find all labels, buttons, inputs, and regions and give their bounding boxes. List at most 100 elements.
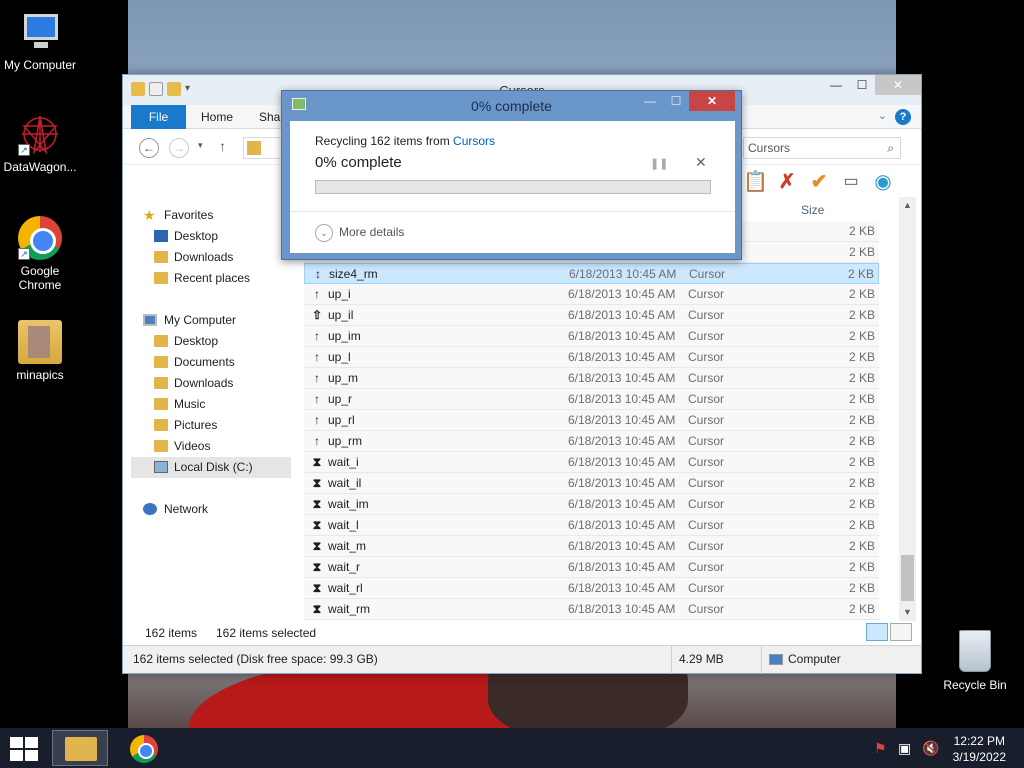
window-controls: — ☐ ✕ <box>823 75 921 95</box>
clipboard-icon[interactable]: 📋 <box>743 170 768 194</box>
desktop-icon-minapics[interactable]: minapics <box>0 320 80 382</box>
checkmark-icon[interactable]: ✔ <box>807 170 831 194</box>
table-row[interactable]: ↑ up_m 6/18/2013 10:45 AM Cursor 2 KB <box>304 368 879 389</box>
scroll-up-icon[interactable]: ▲ <box>899 197 916 214</box>
vertical-scrollbar[interactable]: ▲ ▼ <box>899 197 916 621</box>
folder-icon <box>154 398 168 410</box>
nav-item-desktop[interactable]: Desktop <box>131 331 291 352</box>
action-center-flag-icon[interactable]: ⚑ <box>874 740 887 757</box>
minimize-button[interactable]: — <box>637 91 663 111</box>
table-row[interactable]: ⧗ wait_rm 6/18/2013 10:45 AM Cursor 2 KB <box>304 599 879 620</box>
file-size: 2 KB <box>848 560 875 574</box>
ribbon-expand-icon[interactable]: ⌄ <box>878 109 887 122</box>
nav-item-recent-places[interactable]: Recent places <box>131 268 291 289</box>
table-row[interactable]: ⇧ up_il 6/18/2013 10:45 AM Cursor 2 KB <box>304 305 879 326</box>
file-name: up_il <box>328 308 354 322</box>
table-row[interactable]: ↑ up_im 6/18/2013 10:45 AM Cursor 2 KB <box>304 326 879 347</box>
table-row[interactable]: ↑ up_r 6/18/2013 10:45 AM Cursor 2 KB <box>304 389 879 410</box>
file-type: Cursor <box>688 560 725 574</box>
desktop-icon-label: My Computer <box>3 58 77 72</box>
file-date: 6/18/2013 10:45 AM <box>568 581 676 595</box>
table-row[interactable]: ↕ size4_rm 6/18/2013 10:45 AM Cursor 2 KB <box>304 263 879 284</box>
cancel-icon[interactable]: ✕ <box>695 154 707 171</box>
scroll-down-icon[interactable]: ▼ <box>899 604 916 621</box>
table-row[interactable]: ⧗ wait_rl 6/18/2013 10:45 AM Cursor 2 KB <box>304 578 879 599</box>
table-row[interactable]: ⧗ wait_i 6/18/2013 10:45 AM Cursor 2 KB <box>304 452 879 473</box>
delete-icon[interactable]: ✗ <box>775 170 799 194</box>
nav-item-music[interactable]: Music <box>131 394 291 415</box>
details-view-button[interactable] <box>866 623 888 641</box>
nav-item-desktop[interactable]: Desktop <box>131 226 291 247</box>
source-folder-link[interactable]: Cursors <box>453 134 495 148</box>
start-button[interactable] <box>10 737 38 761</box>
nav-item-pictures[interactable]: Pictures <box>131 415 291 436</box>
file-type: Cursor <box>688 434 725 448</box>
nav-label: Local Disk (C:) <box>174 460 253 474</box>
back-button[interactable]: ← <box>139 138 159 158</box>
taskbar-file-explorer[interactable] <box>52 730 108 766</box>
pause-icon[interactable]: ❚❚ <box>650 157 668 170</box>
volume-muted-icon[interactable]: 🔇 <box>922 740 939 757</box>
tab-home[interactable]: Home <box>189 105 245 129</box>
file-size: 2 KB <box>848 581 875 595</box>
rename-icon[interactable]: ▭ <box>839 170 863 194</box>
help-icon[interactable]: ? <box>895 109 911 125</box>
nav-network[interactable]: Network <box>131 499 291 520</box>
file-type: Cursor <box>688 329 725 343</box>
file-type: Cursor <box>688 413 725 427</box>
desktop-icon-recycle-bin[interactable]: Recycle Bin <box>940 630 1010 692</box>
file-name: up_l <box>328 350 351 364</box>
file-name: up_i <box>328 287 351 301</box>
tab-file[interactable]: File <box>131 105 186 129</box>
desktop-icon-my-computer[interactable]: My Computer <box>0 10 80 72</box>
nav-favorites[interactable]: ★ Favorites <box>131 205 291 226</box>
taskbar-chrome[interactable] <box>116 730 172 766</box>
cursor-preview-icon: ⧗ <box>312 518 322 532</box>
file-date: 6/18/2013 10:45 AM <box>568 518 676 532</box>
close-button[interactable]: ✕ <box>875 75 921 95</box>
recent-locations-icon[interactable]: ▾ <box>198 140 203 151</box>
nav-my-computer[interactable]: My Computer <box>131 310 291 331</box>
clock[interactable]: 12:22 PM 3/19/2022 <box>953 733 1006 765</box>
table-row[interactable]: ↑ up_l 6/18/2013 10:45 AM Cursor 2 KB <box>304 347 879 368</box>
computer-icon <box>769 654 783 665</box>
maximize-button[interactable]: ☐ <box>849 75 875 95</box>
up-button[interactable]: ↑ <box>219 138 226 154</box>
table-row[interactable]: ↑ up_rl 6/18/2013 10:45 AM Cursor 2 KB <box>304 410 879 431</box>
file-name: size4_rm <box>329 267 378 281</box>
file-size: 2 KB <box>848 455 875 469</box>
minimize-button[interactable]: — <box>823 75 849 95</box>
shortcut-arrow-icon: ↗ <box>18 248 30 260</box>
search-input[interactable]: Cursors ⌕ <box>743 137 901 159</box>
table-row[interactable]: ⧗ wait_r 6/18/2013 10:45 AM Cursor 2 KB <box>304 557 879 578</box>
maximize-button[interactable]: ☐ <box>663 91 689 111</box>
network-tray-icon[interactable]: ▣ <box>898 740 911 757</box>
file-date: 6/18/2013 10:45 AM <box>568 371 676 385</box>
folder-icon <box>247 141 261 155</box>
table-row[interactable]: ↑ up_i 6/18/2013 10:45 AM Cursor 2 KB <box>304 284 879 305</box>
nav-item-videos[interactable]: Videos <box>131 436 291 457</box>
table-row[interactable]: ⧗ wait_il 6/18/2013 10:45 AM Cursor 2 KB <box>304 473 879 494</box>
table-row[interactable]: ⧗ wait_l 6/18/2013 10:45 AM Cursor 2 KB <box>304 515 879 536</box>
forward-button[interactable]: → <box>169 138 189 158</box>
folder-icon <box>154 356 168 368</box>
column-header-size[interactable]: Size <box>801 203 824 217</box>
file-size: 2 KB <box>848 287 875 301</box>
desktop-icon-datawagon[interactable]: ↗ DataWagon... <box>0 112 80 174</box>
desktop-icon-google-chrome[interactable]: ↗ Google Chrome <box>0 216 80 292</box>
scroll-thumb[interactable] <box>901 555 914 601</box>
globe-icon[interactable]: ◉ <box>871 170 895 194</box>
status-bar: 162 items 162 items selected <box>123 623 921 643</box>
more-details-button[interactable]: ⌄ More details <box>315 224 404 242</box>
large-icons-view-button[interactable] <box>890 623 912 641</box>
file-date: 6/18/2013 10:45 AM <box>568 287 676 301</box>
table-row[interactable]: ⧗ wait_im 6/18/2013 10:45 AM Cursor 2 KB <box>304 494 879 515</box>
nav-label: Videos <box>174 439 211 453</box>
nav-item-downloads[interactable]: Downloads <box>131 373 291 394</box>
table-row[interactable]: ⧗ wait_m 6/18/2013 10:45 AM Cursor 2 KB <box>304 536 879 557</box>
close-button[interactable]: ✕ <box>689 91 735 111</box>
nav-item-downloads[interactable]: Downloads <box>131 247 291 268</box>
nav-item-local-disk[interactable]: Local Disk (C:) <box>131 457 291 478</box>
nav-item-documents[interactable]: Documents <box>131 352 291 373</box>
table-row[interactable]: ↑ up_rm 6/18/2013 10:45 AM Cursor 2 KB <box>304 431 879 452</box>
